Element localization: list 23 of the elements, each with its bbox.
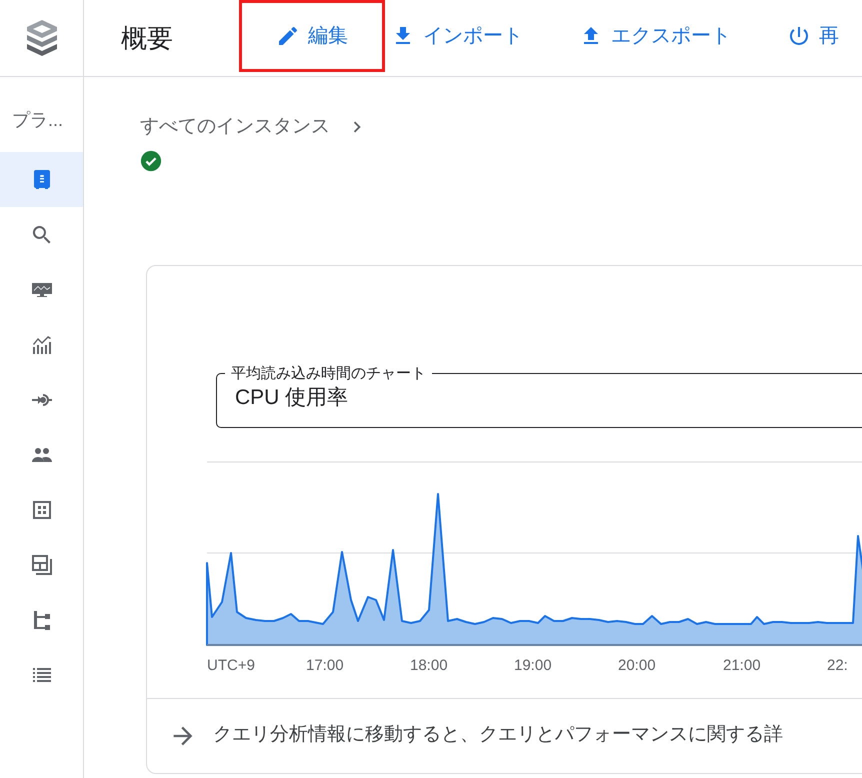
sidebar-heading: プラ... (11, 109, 64, 132)
axis-label: 18:00 (410, 656, 448, 674)
field-label: 平均読み込み時間のチャート (230, 366, 427, 380)
toolbar-button[interactable]: エクスポート (576, 0, 734, 72)
layout-icon (30, 552, 54, 576)
toolbar-button[interactable]: 編集 (239, 0, 385, 72)
toolbar-button[interactable]: インポート (388, 0, 526, 72)
axis-label: 21:00 (723, 656, 761, 674)
field-value: CPU 使用率 (235, 384, 350, 408)
axis-label: 19:00 (514, 656, 552, 674)
axis-label: 20:00 (618, 656, 656, 674)
axis-label: UTC+9 (207, 656, 255, 674)
check-circle-icon (140, 150, 162, 172)
breadcrumb-link[interactable]: すべてのインスタンス (140, 113, 330, 142)
metric-select-field[interactable]: 平均読み込み時間のチャート CPU 使用率 (216, 366, 862, 428)
power-icon (787, 24, 811, 48)
sidebar-item[interactable] (0, 152, 83, 207)
toolbar-button[interactable]: 再 (784, 0, 842, 72)
axis-label: 17:00 (306, 656, 344, 674)
pencil-icon (276, 24, 300, 48)
axis-label: 22: (827, 656, 848, 674)
info-link-text[interactable]: クエリ分析情報に移動すると、クエリとパフォーマンスに関する詳 (213, 721, 783, 750)
page-title: 概要 (121, 22, 174, 54)
